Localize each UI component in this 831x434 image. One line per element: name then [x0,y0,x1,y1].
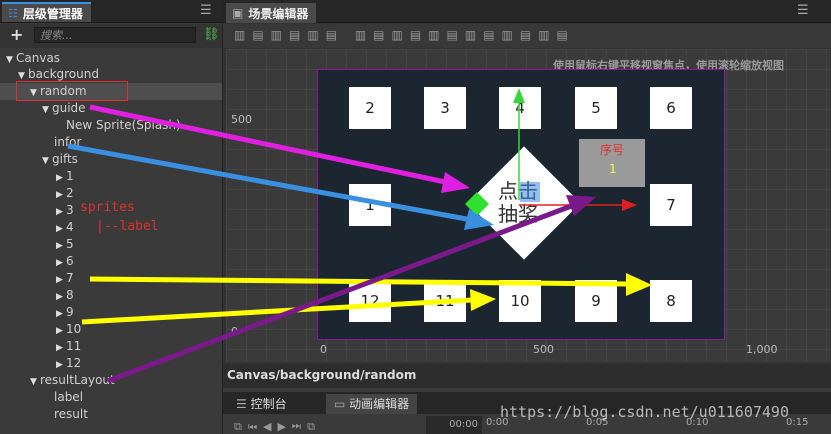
playback-controls[interactable]: ⧉⏮◀▶⏭⧉ [234,420,321,434]
time-input[interactable]: 00:00 [426,416,482,434]
arrow-gift-7-head [626,273,652,296]
arrow-infor [67,143,473,223]
arrow-gift-7 [89,276,629,287]
tab-animation-editor[interactable]: ▭ 动画编辑器 [326,394,418,414]
animation-icon: ▭ [334,397,350,411]
arrow-guide-head [441,172,470,193]
arrow-gift-10-head [470,289,496,311]
watermark: https://blog.csdn.net/u011607490 [500,403,789,421]
timeline-tick-15: 0:15 [786,417,809,428]
gizmo-y-arrow [513,88,525,103]
tab-console[interactable]: ☰ 控制台 [228,394,295,414]
arrow-resultlayout [107,202,575,384]
node-path-bar: Canvas/background/random [223,364,831,388]
console-icon: ☰ [236,397,251,411]
gizmo-x-arrow [622,199,637,211]
arrow-guide [89,104,451,186]
